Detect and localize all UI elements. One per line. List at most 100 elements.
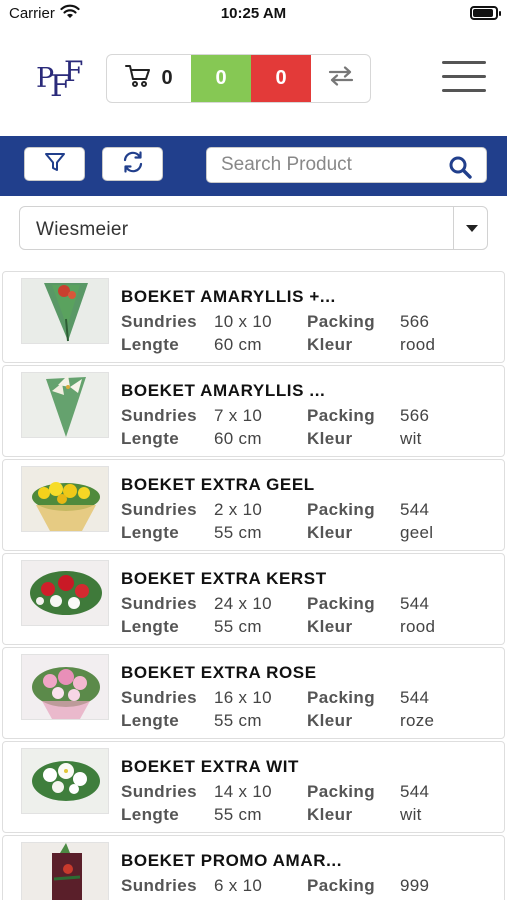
packing-label: Packing [307, 782, 375, 801]
product-thumbnail [21, 654, 109, 720]
refresh-button[interactable] [102, 147, 163, 181]
search-toolbar [0, 136, 507, 196]
sundries-value: 7 x 10 [214, 406, 263, 425]
product-thumbnail [21, 278, 109, 344]
sundries-value: 2 x 10 [214, 500, 263, 519]
product-name: BOEKET EXTRA ROSE [121, 663, 317, 682]
sundries-label: Sundries [121, 406, 197, 425]
lengte-value: 55 cm [214, 711, 262, 730]
sundries-value: 24 x 10 [214, 594, 272, 613]
packing-value: 566 [400, 312, 430, 331]
kleur-label: Kleur [307, 523, 353, 542]
sundries-value: 14 x 10 [214, 782, 272, 801]
packing-label: Packing [307, 688, 375, 707]
product-name: BOEKET EXTRA GEEL [121, 475, 315, 494]
product-thumbnail [21, 466, 109, 532]
sundries-value: 6 x 10 [214, 876, 263, 895]
cart-count: 0 [161, 67, 173, 89]
swap-arrows-icon [328, 66, 354, 91]
swap-button[interactable] [311, 55, 370, 102]
product-thumbnail [21, 842, 109, 900]
filter-icon [44, 151, 66, 178]
kleur-value: rood [400, 335, 436, 354]
red-count-button[interactable]: 0 [251, 55, 311, 102]
green-count-button[interactable]: 0 [191, 55, 251, 102]
product-card[interactable]: BOEKET PROMO AMAR... Sundries 6 x 10 Pac… [2, 835, 505, 900]
status-time: 10:25 AM [220, 5, 287, 22]
lengte-value: 60 cm [214, 335, 262, 354]
lengte-label: Lengte [121, 617, 180, 636]
lengte-label: Lengte [121, 335, 180, 354]
lengte-label: Lengte [121, 711, 180, 730]
lengte-label: Lengte [121, 523, 180, 542]
packing-value: 544 [400, 594, 430, 613]
kleur-label: Kleur [307, 429, 353, 448]
kleur-value: wit [400, 805, 422, 824]
status-bar: Carrier 10:25 AM [0, 0, 507, 26]
lengte-value: 55 cm [214, 805, 262, 824]
filter-button[interactable] [24, 147, 85, 181]
lengte-value: 55 cm [214, 617, 262, 636]
sundries-label: Sundries [121, 594, 197, 613]
search-box [206, 147, 487, 183]
kleur-label: Kleur [307, 805, 353, 824]
sundries-label: Sundries [121, 312, 197, 331]
lengte-label: Lengte [121, 429, 180, 448]
sundries-value: 10 x 10 [214, 312, 272, 331]
packing-value: 544 [400, 688, 430, 707]
company-logo[interactable]: P F F [36, 55, 86, 104]
product-card[interactable]: BOEKET EXTRA ROSE Sundries 16 x 10 Packi… [2, 647, 505, 739]
kleur-label: Kleur [307, 711, 353, 730]
sundries-value: 16 x 10 [214, 688, 272, 707]
packing-value: 999 [400, 876, 430, 895]
app-header: P F F 0 0 0 [0, 26, 507, 136]
product-thumbnail [21, 372, 109, 438]
kleur-label: Kleur [307, 335, 353, 354]
packing-label: Packing [307, 406, 375, 425]
product-card[interactable]: BOEKET AMARYLLIS ... Sundries 7 x 10 Pac… [2, 365, 505, 457]
packing-label: Packing [307, 876, 375, 895]
product-name: BOEKET AMARYLLIS ... [121, 381, 326, 400]
lengte-label: Lengte [121, 805, 180, 824]
kleur-value: roze [400, 711, 435, 730]
search-icon[interactable] [448, 155, 472, 184]
battery-icon [470, 6, 501, 20]
cart-button[interactable]: 0 [107, 55, 191, 102]
kleur-value: rood [400, 617, 436, 636]
product-card[interactable]: BOEKET EXTRA GEEL Sundries 2 x 10 Packin… [2, 459, 505, 551]
product-name: BOEKET PROMO AMAR... [121, 851, 343, 870]
order-counter-bar: 0 0 0 [106, 54, 371, 103]
menu-icon[interactable] [442, 59, 486, 95]
packing-value: 566 [400, 406, 430, 425]
product-card[interactable]: BOEKET AMARYLLIS +... Sundries 10 x 10 P… [2, 271, 505, 363]
product-card[interactable]: BOEKET EXTRA WIT Sundries 14 x 10 Packin… [2, 741, 505, 833]
lengte-value: 60 cm [214, 429, 262, 448]
product-card[interactable]: BOEKET EXTRA KERST Sundries 24 x 10 Pack… [2, 553, 505, 645]
kleur-label: Kleur [307, 617, 353, 636]
kleur-value: wit [400, 429, 422, 448]
cart-icon [125, 64, 151, 93]
supplier-selected-value: Wiesmeier [36, 219, 129, 240]
packing-label: Packing [307, 312, 375, 331]
packing-label: Packing [307, 594, 375, 613]
refresh-icon [121, 150, 145, 179]
select-divider [453, 207, 454, 249]
packing-value: 544 [400, 782, 430, 801]
sundries-label: Sundries [121, 782, 197, 801]
product-thumbnail [21, 748, 109, 814]
product-thumbnail [21, 560, 109, 626]
product-name: BOEKET EXTRA KERST [121, 569, 327, 588]
product-name: BOEKET AMARYLLIS +... [121, 287, 336, 306]
logo-letter-3: F [64, 55, 84, 88]
packing-value: 544 [400, 500, 430, 519]
search-input[interactable] [221, 152, 436, 178]
lengte-value: 55 cm [214, 523, 262, 542]
sundries-label: Sundries [121, 688, 197, 707]
packing-label: Packing [307, 500, 375, 519]
chevron-down-icon[interactable] [466, 225, 478, 232]
sundries-label: Sundries [121, 876, 197, 895]
supplier-select[interactable]: Wiesmeier [19, 206, 488, 250]
kleur-value: geel [400, 523, 434, 542]
sundries-label: Sundries [121, 500, 197, 519]
product-name: BOEKET EXTRA WIT [121, 757, 300, 776]
